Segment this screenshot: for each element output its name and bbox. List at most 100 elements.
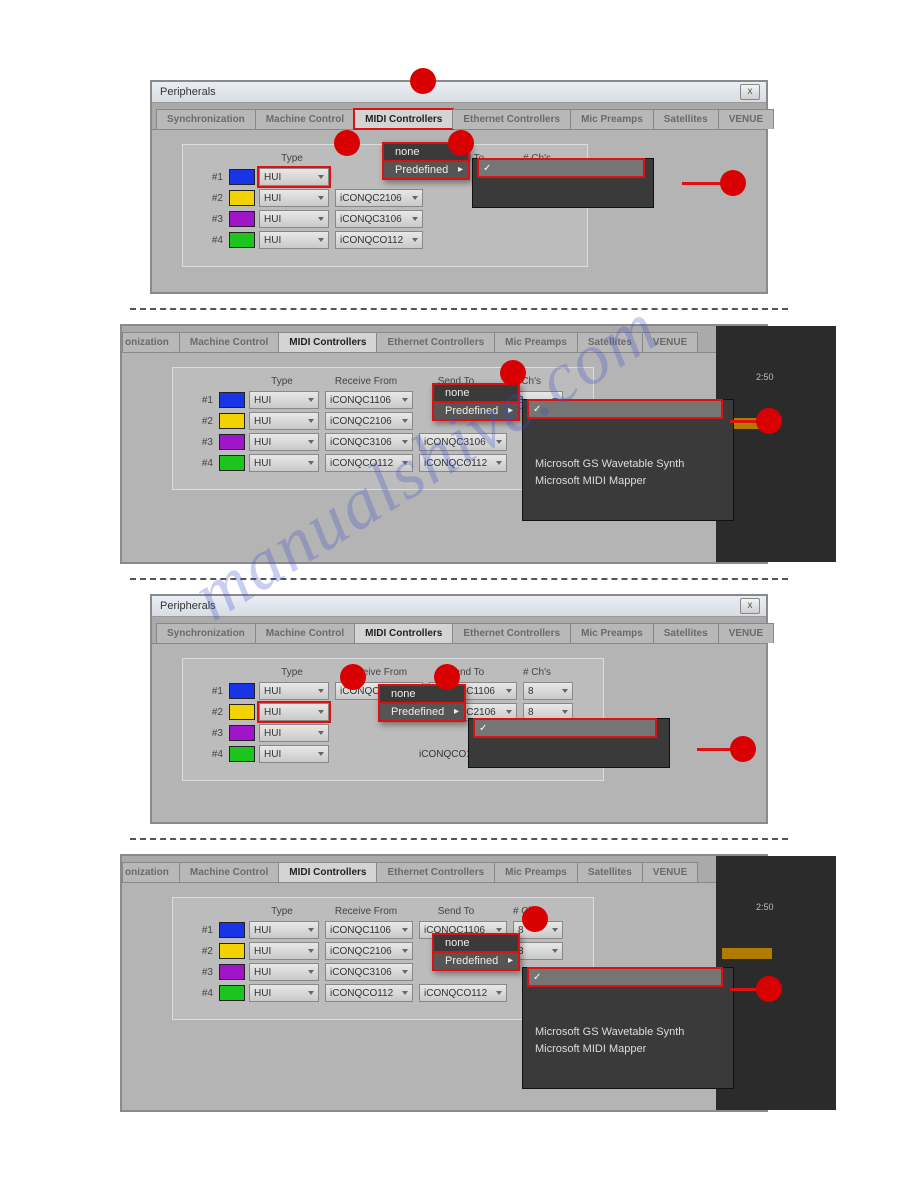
tab-mic-preamps[interactable]: Mic Preamps bbox=[494, 332, 578, 352]
type-select[interactable]: HUI bbox=[259, 703, 329, 721]
tab-midi-controllers[interactable]: MIDI Controllers bbox=[354, 623, 453, 643]
close-icon[interactable]: x bbox=[740, 84, 760, 100]
tab-machine-control[interactable]: Machine Control bbox=[255, 109, 355, 129]
receive-select[interactable]: iCONQC3106 bbox=[325, 433, 413, 451]
tab-midi-controllers[interactable]: MIDI Controllers bbox=[278, 332, 377, 352]
menu-item-midi-mapper[interactable]: Microsoft MIDI Mapper bbox=[535, 1041, 721, 1058]
color-swatch[interactable] bbox=[219, 455, 245, 471]
type-select[interactable]: HUI bbox=[249, 963, 319, 981]
color-swatch[interactable] bbox=[229, 683, 255, 699]
tab-machine-control[interactable]: Machine Control bbox=[255, 623, 355, 643]
type-select[interactable]: HUI bbox=[249, 433, 319, 451]
type-select[interactable]: HUI bbox=[259, 682, 329, 700]
color-swatch[interactable] bbox=[229, 190, 255, 206]
type-select[interactable]: HUI bbox=[249, 391, 319, 409]
tab-midi-controllers[interactable]: MIDI Controllers bbox=[278, 862, 377, 882]
receive-select[interactable]: iCONQCO112 bbox=[325, 984, 413, 1002]
send-submenu[interactable]: ✓ Microsoft GS Wavetable Synth Microsoft… bbox=[522, 967, 734, 1089]
type-select[interactable]: HUI bbox=[249, 942, 319, 960]
menu-predefined[interactable]: Predefined bbox=[379, 703, 465, 721]
tab-satellites[interactable]: Satellites bbox=[577, 332, 643, 352]
send-menu[interactable]: none Predefined bbox=[432, 933, 520, 971]
tab-ethernet-controllers[interactable]: Ethernet Controllers bbox=[452, 109, 571, 129]
tab-mic-preamps[interactable]: Mic Preamps bbox=[494, 862, 578, 882]
receive-select[interactable]: iCONQCO112 bbox=[325, 454, 413, 472]
submenu-selected-item[interactable]: ✓ bbox=[527, 399, 723, 419]
color-swatch[interactable] bbox=[219, 922, 245, 938]
color-swatch[interactable] bbox=[229, 746, 255, 762]
receive-submenu[interactable]: ✓ bbox=[472, 158, 654, 208]
color-swatch[interactable] bbox=[219, 964, 245, 980]
color-swatch[interactable] bbox=[219, 943, 245, 959]
tab-synchronization[interactable]: onization bbox=[122, 332, 180, 352]
type-select[interactable]: HUI bbox=[259, 724, 329, 742]
send-select[interactable]: iCONQCO112 bbox=[419, 984, 507, 1002]
channels-select[interactable]: 8 bbox=[523, 682, 573, 700]
receive-select[interactable]: iCONQC2106 bbox=[335, 189, 423, 207]
color-swatch[interactable] bbox=[219, 413, 245, 429]
tab-midi-controllers[interactable]: MIDI Controllers bbox=[354, 109, 453, 129]
receive-select[interactable]: iCONQC3106 bbox=[335, 210, 423, 228]
receive-select[interactable]: iCONQC3106 bbox=[325, 963, 413, 981]
color-swatch[interactable] bbox=[229, 211, 255, 227]
menu-item-gs-synth[interactable]: Microsoft GS Wavetable Synth bbox=[535, 456, 721, 473]
callout-dot bbox=[410, 68, 436, 94]
tab-mic-preamps[interactable]: Mic Preamps bbox=[570, 109, 654, 129]
type-select[interactable]: HUI bbox=[249, 454, 319, 472]
submenu-selected-item[interactable]: ✓ bbox=[477, 158, 645, 178]
tab-synchronization[interactable]: Synchronization bbox=[156, 623, 256, 643]
menu-predefined[interactable]: Predefined bbox=[433, 952, 519, 970]
type-select[interactable]: HUI bbox=[249, 412, 319, 430]
type-select[interactable]: HUI bbox=[259, 210, 329, 228]
tab-ethernet-controllers[interactable]: Ethernet Controllers bbox=[376, 862, 495, 882]
menu-none[interactable]: none bbox=[433, 384, 519, 402]
color-swatch[interactable] bbox=[219, 434, 245, 450]
close-icon[interactable]: x bbox=[740, 598, 760, 614]
menu-predefined[interactable]: Predefined bbox=[433, 402, 519, 420]
color-swatch[interactable] bbox=[229, 704, 255, 720]
menu-item-gs-synth[interactable]: Microsoft GS Wavetable Synth bbox=[535, 1024, 721, 1041]
type-select[interactable]: HUI bbox=[259, 189, 329, 207]
type-select[interactable]: HUI bbox=[259, 745, 329, 763]
receive-select[interactable]: iCONQC1106 bbox=[325, 921, 413, 939]
color-swatch[interactable] bbox=[219, 392, 245, 408]
submenu-selected-item[interactable]: ✓ bbox=[527, 967, 723, 987]
tab-satellites[interactable]: Satellites bbox=[577, 862, 643, 882]
tab-venue[interactable]: VENUE bbox=[642, 332, 698, 352]
tab-synchronization[interactable]: onization bbox=[122, 862, 180, 882]
color-swatch[interactable] bbox=[229, 232, 255, 248]
tab-machine-control[interactable]: Machine Control bbox=[179, 332, 279, 352]
receive-select[interactable]: iCONQC1106 bbox=[325, 391, 413, 409]
receive-menu[interactable]: none Predefined bbox=[378, 684, 466, 722]
submenu-selected-item[interactable]: ✓ bbox=[473, 718, 657, 738]
menu-predefined[interactable]: Predefined bbox=[383, 161, 469, 179]
menu-item-midi-mapper[interactable]: Microsoft MIDI Mapper bbox=[535, 473, 721, 490]
send-menu[interactable]: none Predefined bbox=[432, 383, 520, 421]
tab-mic-preamps[interactable]: Mic Preamps bbox=[570, 623, 654, 643]
menu-none[interactable]: none bbox=[433, 934, 519, 952]
color-swatch[interactable] bbox=[229, 725, 255, 741]
receive-select[interactable]: iCONQC2106 bbox=[325, 412, 413, 430]
type-select[interactable]: HUI bbox=[249, 921, 319, 939]
tab-satellites[interactable]: Satellites bbox=[653, 623, 719, 643]
tab-venue[interactable]: VENUE bbox=[718, 109, 774, 129]
receive-select[interactable]: iCONQCO112 bbox=[335, 231, 423, 249]
type-select[interactable]: HUI bbox=[259, 231, 329, 249]
type-select[interactable]: HUI bbox=[259, 168, 329, 186]
color-swatch[interactable] bbox=[229, 169, 255, 185]
tab-satellites[interactable]: Satellites bbox=[653, 109, 719, 129]
receive-submenu[interactable]: ✓ bbox=[468, 718, 670, 768]
receive-select[interactable]: iCONQC2106 bbox=[325, 942, 413, 960]
send-submenu[interactable]: ✓ Microsoft GS Wavetable Synth Microsoft… bbox=[522, 399, 734, 521]
channels-select[interactable]: 8 bbox=[513, 942, 563, 960]
type-select[interactable]: HUI bbox=[249, 984, 319, 1002]
color-swatch[interactable] bbox=[219, 985, 245, 1001]
send-select[interactable]: iCONQCO112 bbox=[419, 454, 507, 472]
tab-ethernet-controllers[interactable]: Ethernet Controllers bbox=[452, 623, 571, 643]
tab-ethernet-controllers[interactable]: Ethernet Controllers bbox=[376, 332, 495, 352]
tab-synchronization[interactable]: Synchronization bbox=[156, 109, 256, 129]
tab-machine-control[interactable]: Machine Control bbox=[179, 862, 279, 882]
send-select[interactable]: iCONQC3106 bbox=[419, 433, 507, 451]
tab-venue[interactable]: VENUE bbox=[642, 862, 698, 882]
tab-venue[interactable]: VENUE bbox=[718, 623, 774, 643]
